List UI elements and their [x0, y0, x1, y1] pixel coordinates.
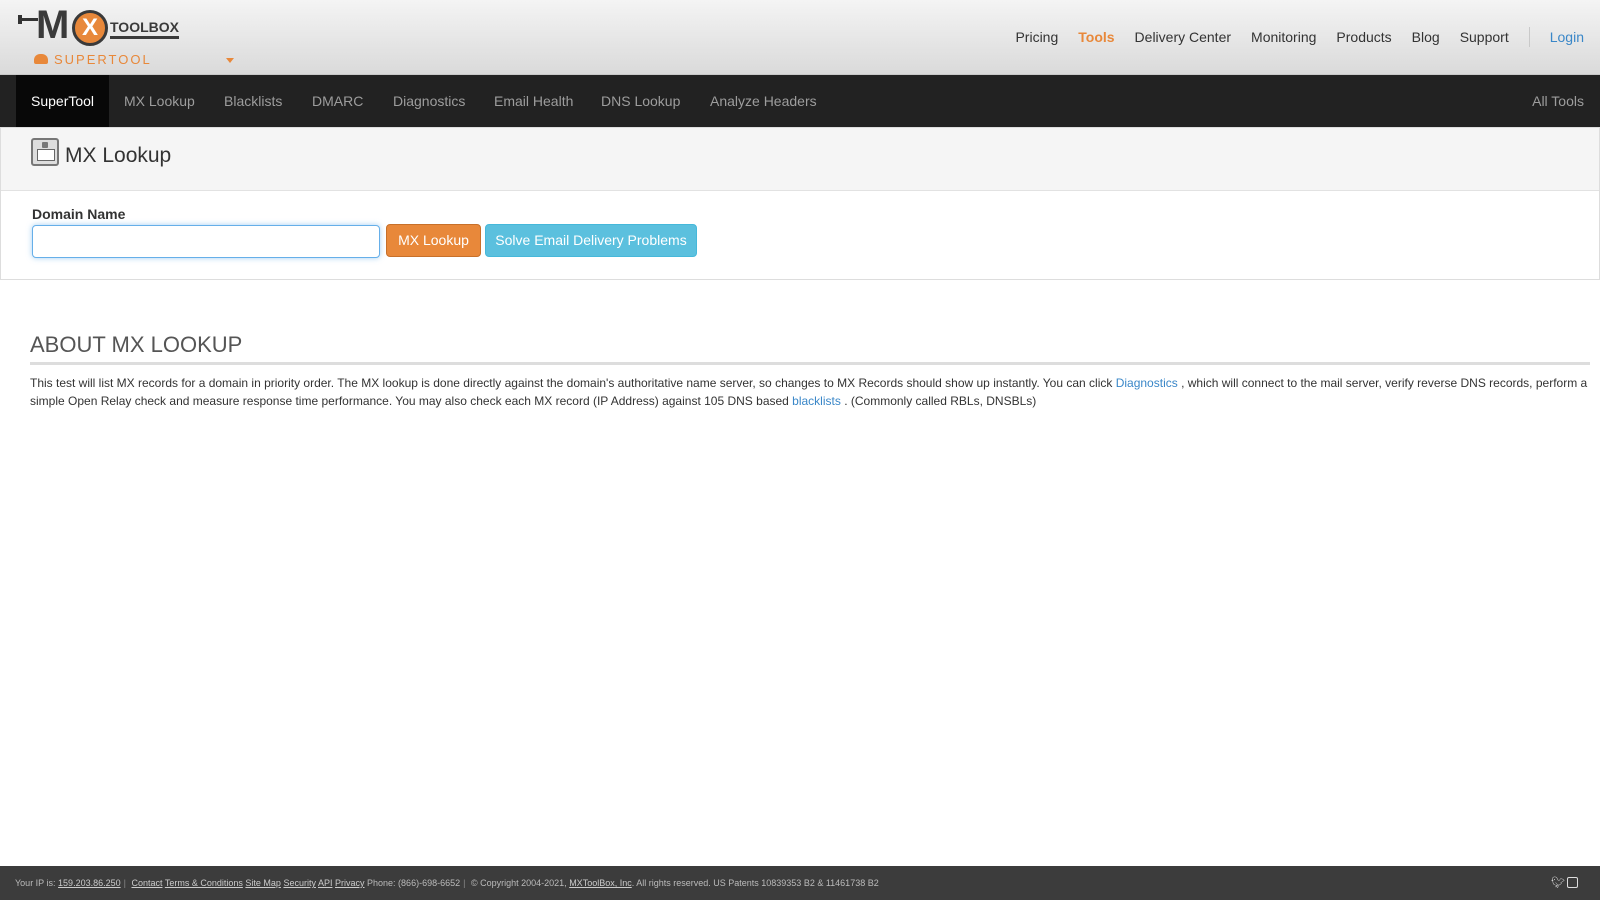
nav-pricing[interactable]: Pricing [1015, 26, 1058, 48]
supertool-dropdown[interactable]: SUPERTOOL [34, 51, 234, 69]
social-links: 🐦︎ [1551, 877, 1578, 889]
tab-supertool[interactable]: SuperTool [16, 75, 110, 127]
tab-dmarc[interactable]: DMARC [297, 75, 378, 127]
ip-address-link[interactable]: 159.203.86.250 [58, 878, 121, 888]
nav-products[interactable]: Products [1336, 26, 1391, 48]
mxtoolbox-logo[interactable]: M X TOOLBOX SUPERTOOL [18, 3, 234, 70]
footer-link-terms[interactable]: Terms & Conditions [165, 878, 243, 888]
envelope-icon [31, 138, 59, 166]
nav-tools[interactable]: Tools [1078, 26, 1114, 48]
about-divider [30, 362, 1590, 365]
footer-copyright: © Copyright 2004-2021, [470, 878, 567, 888]
caret-down-icon [226, 58, 234, 63]
ip-label: Your IP is: [15, 878, 56, 888]
panel-header: MX Lookup [1, 128, 1599, 191]
nav-delivery-center[interactable]: Delivery Center [1135, 26, 1231, 48]
nav-monitoring[interactable]: Monitoring [1251, 26, 1316, 48]
footer-company-link[interactable]: MXToolBox, Inc [569, 878, 632, 888]
logo-toolbox-text: TOOLBOX [110, 18, 179, 39]
social-square-icon[interactable] [1567, 877, 1578, 888]
diagnostics-link[interactable]: Diagnostics [1116, 376, 1178, 390]
about-text-part-3: . (Commonly called RBLs, DNSBLs) [840, 394, 1037, 408]
site-footer: Your IP is: 159.203.86.250 | Contact Term… [0, 866, 1600, 900]
footer-phone: Phone: (866)-698-6652 [367, 878, 461, 888]
footer-link-api[interactable]: API [318, 878, 333, 888]
tab-email-health[interactable]: Email Health [479, 75, 588, 127]
footer-link-sitemap[interactable]: Site Map [245, 878, 281, 888]
footer-text: Your IP is: 159.203.86.250 | Contact Term… [15, 878, 879, 888]
tab-all-tools[interactable]: All Tools [1517, 75, 1599, 127]
blacklists-link[interactable]: blacklists [792, 394, 841, 408]
tab-analyze-headers[interactable]: Analyze Headers [695, 75, 832, 127]
about-heading: ABOUT MX LOOKUP [30, 332, 243, 357]
footer-rights: . All rights reserved. US Patents 108393… [631, 878, 879, 888]
tab-diagnostics[interactable]: Diagnostics [378, 75, 480, 127]
nav-divider [1528, 27, 1530, 47]
site-header: M X TOOLBOX SUPERTOOL Pricing Tools Deli… [0, 0, 1600, 75]
tool-navbar: SuperTool MX Lookup Blacklists DMARC Dia… [0, 75, 1600, 127]
footer-link-contact[interactable]: Contact [131, 878, 162, 888]
mx-lookup-button[interactable]: MX Lookup [386, 224, 481, 257]
twitter-icon[interactable]: 🐦︎ [1551, 877, 1565, 889]
tab-blacklists[interactable]: Blacklists [209, 75, 297, 127]
page-title: MX Lookup [65, 144, 172, 167]
supertool-label: SUPERTOOL [54, 52, 152, 67]
lookup-panel: MX Lookup Domain Name MX Lookup Solve Em… [0, 127, 1600, 280]
about-text-part-1: This test will list MX records for a dom… [30, 376, 1116, 390]
nav-blog[interactable]: Blog [1412, 26, 1440, 48]
solve-email-delivery-button[interactable]: Solve Email Delivery Problems [485, 224, 697, 257]
tab-mx-lookup[interactable]: MX Lookup [109, 75, 210, 127]
login-link[interactable]: Login [1550, 26, 1584, 48]
helmet-icon [34, 54, 48, 64]
logo-m: M [36, 3, 69, 47]
about-paragraph: This test will list MX records for a dom… [30, 374, 1590, 410]
footer-link-privacy[interactable]: Privacy [335, 878, 365, 888]
top-navigation: Pricing Tools Delivery Center Monitoring… [995, 26, 1584, 48]
domain-name-label: Domain Name [32, 206, 126, 222]
tab-dns-lookup[interactable]: DNS Lookup [586, 75, 695, 127]
nav-support[interactable]: Support [1460, 26, 1509, 48]
logo-x: X [72, 10, 108, 46]
footer-link-security[interactable]: Security [283, 878, 316, 888]
domain-name-input[interactable] [32, 225, 380, 258]
